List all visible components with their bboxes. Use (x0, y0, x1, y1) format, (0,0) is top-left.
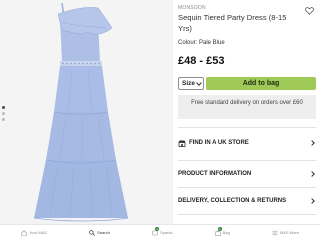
product-title: Sequin Tiered Party Dress (8-15 Yrs) (178, 13, 287, 33)
nav-more[interactable]: M&S More (272, 230, 299, 236)
divider (178, 187, 316, 188)
price: £48 - £53 (178, 55, 225, 67)
divider (178, 160, 316, 161)
home-icon (21, 229, 27, 236)
search-icon (89, 229, 96, 236)
size-select[interactable]: Size (178, 77, 204, 90)
image-dot-1[interactable] (2, 106, 5, 109)
nav-label: Bag (222, 230, 230, 235)
accordion-label: DELIVERY, COLLECTION & RETURNS (178, 198, 287, 204)
menu-icon (272, 230, 278, 235)
add-to-bag-button[interactable]: Add to bag (206, 77, 316, 90)
accordion-label: PRODUCT INFORMATION (178, 171, 252, 177)
bottom-nav: Your M&S Search 1 Sparks 1 Bag M&S More (0, 224, 320, 240)
store-icon (178, 140, 186, 147)
heart-icon[interactable] (305, 7, 314, 15)
colour-label: Colour: Pale Blue (178, 40, 225, 46)
image-dot-3[interactable] (2, 118, 5, 121)
accordion-product-information[interactable]: PRODUCT INFORMATION (178, 167, 316, 181)
product-info: MONSOON Sequin Tiered Party Dress (8-15 … (178, 0, 320, 224)
nav-label: M&S More (279, 230, 299, 235)
nav-label: Sparks (160, 230, 173, 235)
nav-label: Your M&S (29, 230, 47, 235)
brand-label: MONSOON (178, 5, 206, 11)
image-pagination[interactable] (2, 106, 5, 121)
divider (178, 127, 316, 128)
chevron-right-icon (309, 140, 315, 146)
nav-bag[interactable]: 1 Bag (214, 226, 230, 236)
chevron-right-icon (309, 171, 315, 177)
accordion-delivery-returns[interactable]: DELIVERY, COLLECTION & RETURNS (178, 194, 316, 208)
product-image[interactable] (0, 0, 173, 224)
image-dot-2[interactable] (2, 112, 5, 115)
chevron-right-icon (309, 198, 315, 204)
size-select-label: Size (182, 80, 196, 87)
divider (178, 214, 316, 215)
bag-badge: 1 (217, 226, 222, 231)
nav-label: Search (97, 230, 110, 235)
accordion-find-in-store[interactable]: FIND IN A UK STORE (178, 136, 316, 150)
nav-search[interactable]: Search (89, 229, 110, 236)
nav-sparks[interactable]: 1 Sparks (152, 226, 173, 236)
nav-your-ms[interactable]: Your M&S (21, 229, 47, 236)
chevron-down-icon (196, 79, 202, 86)
delivery-banner: Free standard delivery on orders over £6… (178, 95, 316, 119)
sparks-badge: 1 (155, 226, 160, 231)
product-image-gallery[interactable] (0, 0, 173, 224)
accordion-label: FIND IN A UK STORE (189, 140, 249, 146)
